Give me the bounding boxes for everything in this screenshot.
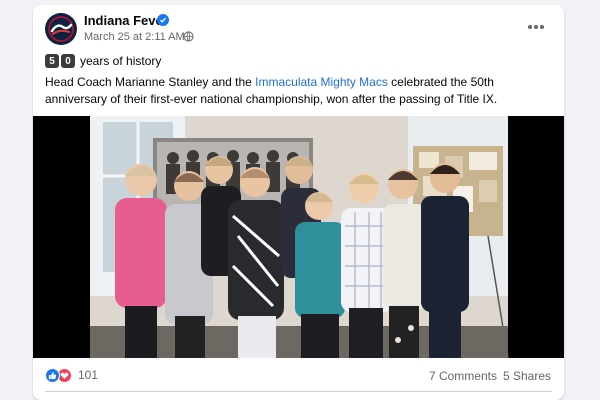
globe-icon [183, 31, 194, 42]
post-body: Head Coach Marianne Stanley and the Imma… [45, 74, 550, 108]
post-timestamp-row: March 25 at 2:11 AM · [84, 31, 191, 43]
fever-logo-icon [46, 14, 76, 44]
group-photo-image [33, 116, 564, 358]
shares-count-link[interactable]: 5 Shares [503, 369, 551, 383]
body-text-start: Head Coach Marianne Stanley and the [45, 75, 256, 89]
reaction-count: 101 [78, 368, 99, 382]
post-timestamp[interactable]: March 25 at 2:11 AM [84, 31, 185, 43]
engagement-stats: 7 Comments 5 Shares [429, 369, 551, 383]
digit-badge: 0 [61, 54, 75, 68]
post-headline: 5 0 years of history [45, 53, 161, 69]
headline-text: years of history [80, 54, 162, 68]
post-photo[interactable] [33, 116, 564, 358]
more-options-icon[interactable] [525, 18, 547, 36]
like-reaction-icon [45, 367, 60, 383]
comments-count-link[interactable]: 7 Comments [429, 369, 497, 383]
verified-badge-icon [157, 14, 169, 26]
immaculata-link[interactable]: Immaculata Mighty Macs [255, 75, 388, 89]
page-avatar[interactable] [45, 13, 77, 45]
digit-badge: 5 [45, 54, 59, 68]
reactions-summary[interactable]: 101 [45, 367, 98, 383]
action-divider [45, 391, 552, 392]
page-name-link[interactable]: Indiana Fever [84, 13, 168, 28]
